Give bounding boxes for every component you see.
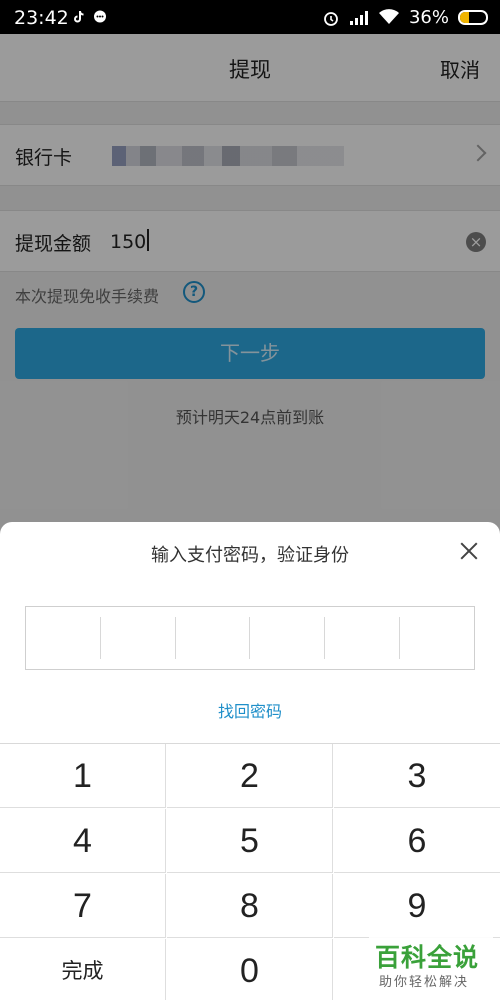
key-4[interactable]: 4 xyxy=(0,809,166,873)
key-2[interactable]: 2 xyxy=(167,744,333,808)
done-key[interactable]: 完成 xyxy=(0,939,166,1000)
password-digit-cell xyxy=(400,617,474,659)
watermark-subtitle: 助你轻松解决 xyxy=(379,975,470,990)
battery-icon xyxy=(458,10,488,25)
password-digit-cell xyxy=(101,617,176,659)
key-6[interactable]: 6 xyxy=(334,809,500,873)
signal-icon xyxy=(349,10,368,25)
close-icon[interactable] xyxy=(458,540,480,562)
wifi-icon xyxy=(378,9,399,24)
password-digit-cell xyxy=(26,617,101,659)
key-3[interactable]: 3 xyxy=(334,744,500,808)
password-digit-cell xyxy=(176,617,251,659)
alarm-icon xyxy=(324,11,338,26)
password-digit-cell xyxy=(325,617,401,659)
key-8[interactable]: 8 xyxy=(167,874,333,938)
forgot-password-link[interactable]: 找回密码 xyxy=(0,698,500,722)
battery-percent: 36% xyxy=(408,7,449,28)
password-input[interactable] xyxy=(25,606,475,670)
password-digit-cell xyxy=(250,617,326,659)
status-time: 23:42 xyxy=(14,7,69,29)
watermark-logo: 百科全说 助你轻松解决 xyxy=(369,936,493,994)
key-0[interactable]: 0 xyxy=(167,939,333,1000)
key-5[interactable]: 5 xyxy=(167,809,333,873)
tiktok-icon xyxy=(74,10,84,23)
chat-icon xyxy=(94,10,106,23)
key-9[interactable]: 9 xyxy=(334,874,500,938)
status-bar: 23:42 36% xyxy=(0,0,500,34)
watermark-title: 百科全说 xyxy=(375,943,480,972)
key-1[interactable]: 1 xyxy=(0,744,166,808)
password-sheet-title: 输入支付密码，验证身份 xyxy=(151,545,349,566)
key-7[interactable]: 7 xyxy=(0,874,166,938)
password-sheet: 输入支付密码，验证身份 找回密码 xyxy=(0,522,500,743)
